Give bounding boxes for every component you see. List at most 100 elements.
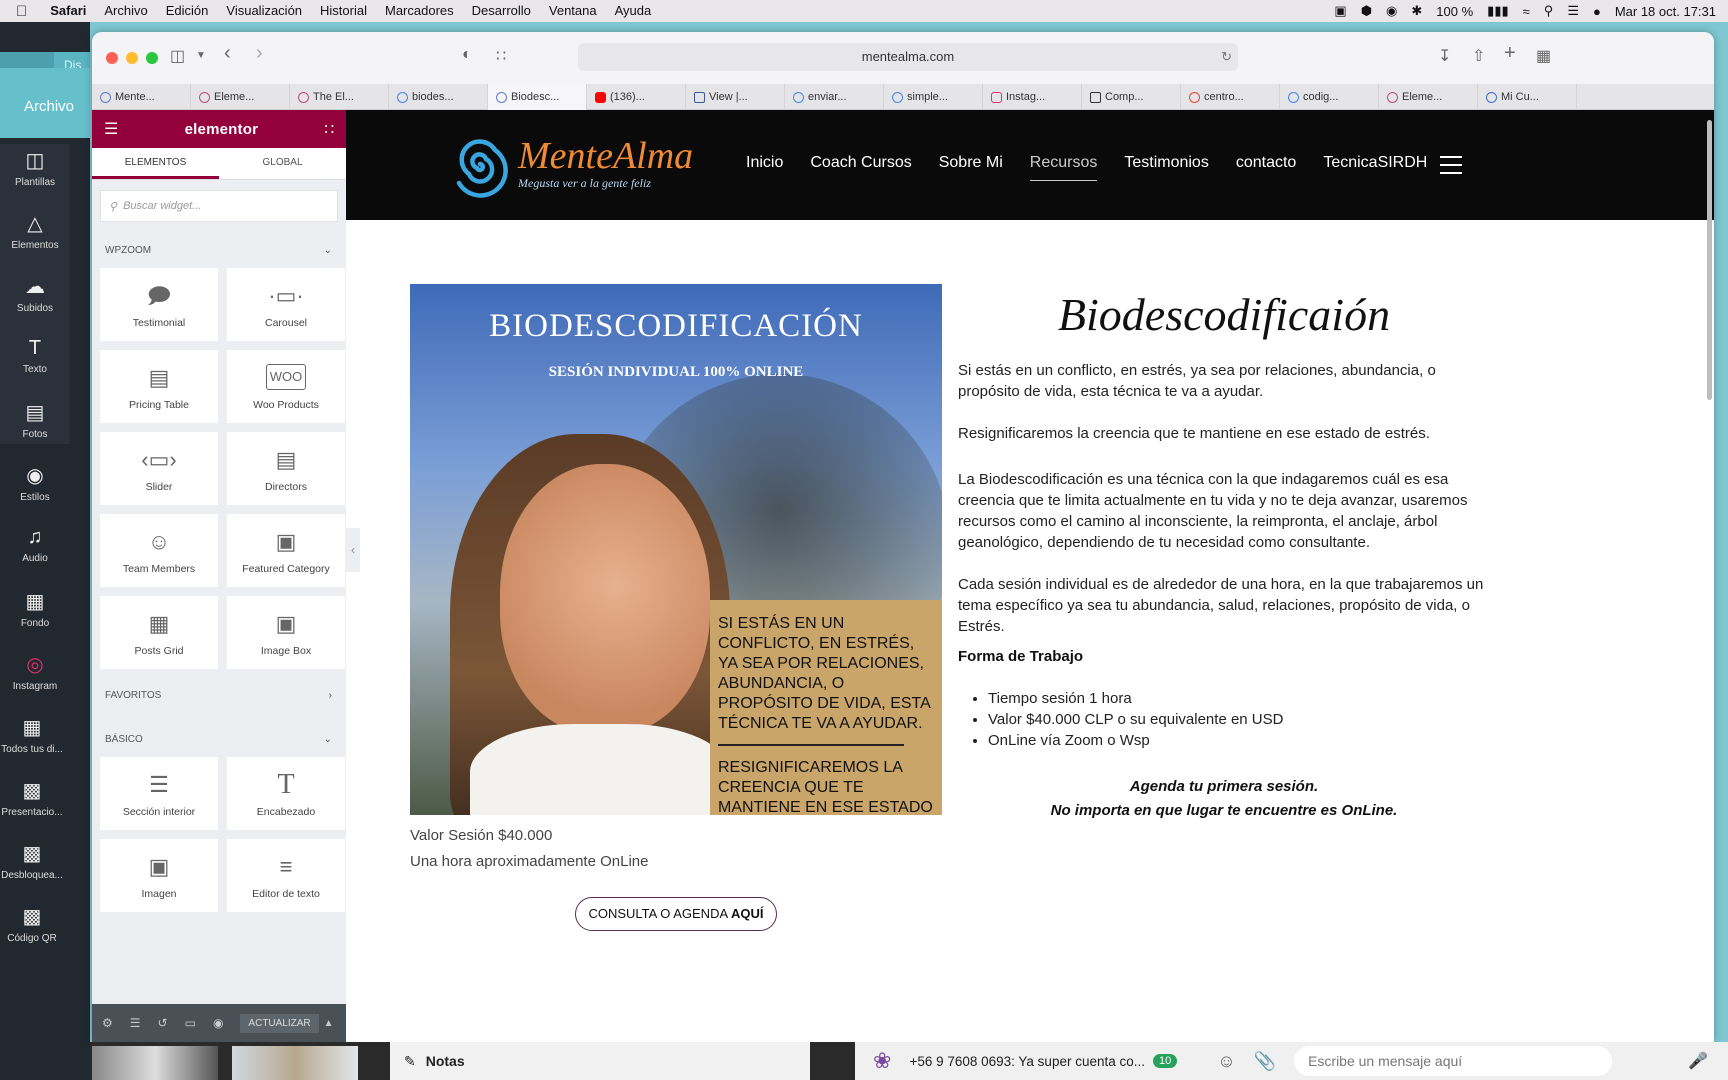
widget-featured-category[interactable]: ▣ Featured Category — [227, 514, 345, 587]
update-button[interactable]: ACTUALIZAR — [240, 1013, 319, 1033]
site-brand-name[interactable]: MenteAlma — [518, 134, 693, 178]
chevron-down-icon[interactable]: ▼ — [196, 50, 206, 61]
menubar-clock[interactable]: Mar 18 oct. 17:31 — [1615, 4, 1716, 19]
nav-contacto[interactable]: contacto — [1236, 154, 1296, 181]
menu-marcadores[interactable]: Marcadores — [376, 0, 463, 22]
bg-side-instagram[interactable]: ◎ Instagram — [0, 652, 70, 692]
menu-desarrollo[interactable]: Desarrollo — [463, 0, 540, 22]
message-input[interactable]: Escribe un mensaje aquí — [1294, 1046, 1613, 1076]
apple-menu-icon[interactable]:  — [0, 3, 41, 20]
thumbnail-image[interactable] — [232, 1046, 358, 1080]
menu-archivo[interactable]: Archivo — [95, 0, 156, 22]
tab-global[interactable]: GLOBAL — [219, 148, 346, 179]
attach-icon[interactable]: 📎 — [1254, 1051, 1276, 1072]
tab-item[interactable]: centro... — [1181, 84, 1280, 110]
close-window-button[interactable] — [106, 52, 118, 64]
bg-side-presentacion[interactable]: ▩ Presentacio... — [0, 778, 64, 818]
contact-avatar[interactable]: ❀ — [873, 1048, 891, 1074]
bg-side-qr[interactable]: ▩ Código QR — [0, 904, 64, 944]
back-icon[interactable]: ‹ — [224, 42, 231, 65]
bg-side-fondo[interactable]: ▦ Fondo — [0, 589, 70, 629]
bg-side-plantillas[interactable]: ◫ Plantillas — [0, 148, 70, 188]
grid-icon[interactable]: ∷ — [496, 46, 506, 66]
widget-woo-products[interactable]: WOO Woo Products — [227, 350, 345, 423]
tab-item[interactable]: Eleme... — [191, 84, 290, 110]
widget-image-box[interactable]: ▣ Image Box — [227, 596, 345, 669]
nav-inicio[interactable]: Inicio — [746, 154, 783, 181]
privacy-shield-icon[interactable]: ◐ — [462, 46, 472, 64]
widget-posts-grid[interactable]: ▦ Posts Grid — [100, 596, 218, 669]
widget-team-members[interactable]: ☺ Team Members — [100, 514, 218, 587]
tab-item[interactable]: Instag... — [983, 84, 1082, 110]
control-center-icon[interactable]: ☰ — [1567, 3, 1579, 19]
nav-tecnica-sirdh[interactable]: TecnicaSIRDH — [1323, 154, 1427, 181]
tab-item[interactable]: Mi Cu... — [1478, 84, 1577, 110]
forward-icon[interactable]: › — [256, 42, 263, 65]
spiral-logo-icon[interactable] — [442, 128, 518, 204]
nav-recursos[interactable]: Recursos — [1029, 154, 1098, 181]
extension-icon[interactable]: ⬢ — [1361, 3, 1372, 19]
widget-heading[interactable]: T Encabezado — [227, 757, 345, 830]
tab-item[interactable]: codig... — [1280, 84, 1379, 110]
tab-item-active[interactable]: Biodesc... — [488, 84, 587, 110]
responsive-mode-icon[interactable]: ▭ — [185, 1016, 196, 1030]
tab-item[interactable]: (136)... — [587, 84, 686, 110]
widgets-grid-icon[interactable]: ∷ — [324, 120, 334, 138]
new-tab-icon[interactable]: + — [1504, 42, 1516, 65]
microphone-icon[interactable]: 🎤 — [1688, 1051, 1708, 1071]
downloads-icon[interactable]: ↧ — [1438, 46, 1451, 66]
spotlight-search-icon[interactable]: ⚲ — [1544, 3, 1554, 19]
zoom-window-button[interactable] — [146, 52, 158, 64]
menu-edicion[interactable]: Edición — [157, 0, 218, 22]
chat-preview[interactable]: +56 9 7608 0693: Ya super cuenta co... — [909, 1054, 1145, 1069]
widget-carousel[interactable]: ·▭· Carousel — [227, 268, 345, 341]
tab-item[interactable]: View |... — [686, 84, 785, 110]
bg-side-todos[interactable]: ▦ Todos tus di... — [0, 715, 64, 755]
battery-icon[interactable]: ▮▮▮ — [1487, 3, 1508, 19]
widget-slider[interactable]: ‹▭› Slider — [100, 432, 218, 505]
navigator-layers-icon[interactable]: ☰ — [130, 1016, 141, 1030]
thumbnail-image[interactable] — [92, 1046, 218, 1080]
widget-testimonial[interactable]: 🗩 Testimonial — [100, 268, 218, 341]
tab-item[interactable]: biodes... — [389, 84, 488, 110]
tab-item[interactable]: Comp... — [1082, 84, 1181, 110]
nav-sobre-mi[interactable]: Sobre Mi — [939, 154, 1003, 181]
site-menu-icon[interactable] — [1440, 156, 1462, 180]
bg-side-audio[interactable]: ♫ Audio — [0, 526, 70, 564]
update-options-chevron-icon[interactable]: ▲ — [324, 1018, 334, 1029]
menu-ayuda[interactable]: Ayuda — [606, 0, 661, 22]
tab-item[interactable]: The El... — [290, 84, 389, 110]
tab-item[interactable]: Mente... — [92, 84, 191, 110]
menu-historial[interactable]: Historial — [311, 0, 376, 22]
tab-elementos[interactable]: ELEMENTOS — [92, 148, 219, 179]
bg-side-desbloquea[interactable]: ▩ Desbloquea... — [0, 841, 64, 881]
preview-eye-icon[interactable]: ◉ — [213, 1016, 223, 1030]
notes-window[interactable]: ✎ Notas — [390, 1042, 810, 1080]
tab-item[interactable]: simple... — [884, 84, 983, 110]
bg-side-fotos[interactable]: ▤ Fotos — [0, 400, 70, 440]
siri-icon[interactable]: ● — [1593, 4, 1601, 19]
widget-pricing-table[interactable]: ▤ Pricing Table — [100, 350, 218, 423]
share-icon[interactable]: ⇧ — [1472, 46, 1485, 66]
bg-side-estilos[interactable]: ◉ Estilos — [0, 463, 70, 503]
nav-coach-cursos[interactable]: Coach Cursos — [810, 154, 911, 181]
address-bar[interactable]: mentealma.com ↻ — [578, 43, 1238, 71]
widget-inner-section[interactable]: ☰ Sección interior — [100, 757, 218, 830]
bg-side-subidos[interactable]: ☁ Subidos — [0, 274, 70, 314]
focus-icon[interactable]: ◉ — [1386, 3, 1397, 19]
bluetooth-icon[interactable]: ✱ — [1411, 3, 1422, 19]
tab-item[interactable]: enviar... — [785, 84, 884, 110]
category-favoritos[interactable]: FAVORITOS › — [92, 677, 346, 713]
reload-icon[interactable]: ↻ — [1221, 43, 1232, 71]
collapse-panel-icon[interactable]: ‹ — [346, 528, 360, 572]
category-basico[interactable]: BÁSICO ⌄ — [92, 721, 346, 757]
wifi-icon[interactable]: ≈ — [1523, 4, 1530, 19]
menu-visualizacion[interactable]: Visualización — [217, 0, 311, 22]
minimize-window-button[interactable] — [126, 52, 138, 64]
hamburger-menu-icon[interactable]: ☰ — [104, 119, 118, 139]
category-wpzoom[interactable]: WPZOOM ⌄ — [92, 232, 346, 268]
screen-share-icon[interactable]: ▣ — [1334, 3, 1346, 19]
consulta-agenda-button[interactable]: CONSULTA O AGENDA AQUÍ — [575, 897, 777, 931]
bg-side-texto[interactable]: T Texto — [0, 337, 70, 375]
menu-ventana[interactable]: Ventana — [540, 0, 606, 22]
